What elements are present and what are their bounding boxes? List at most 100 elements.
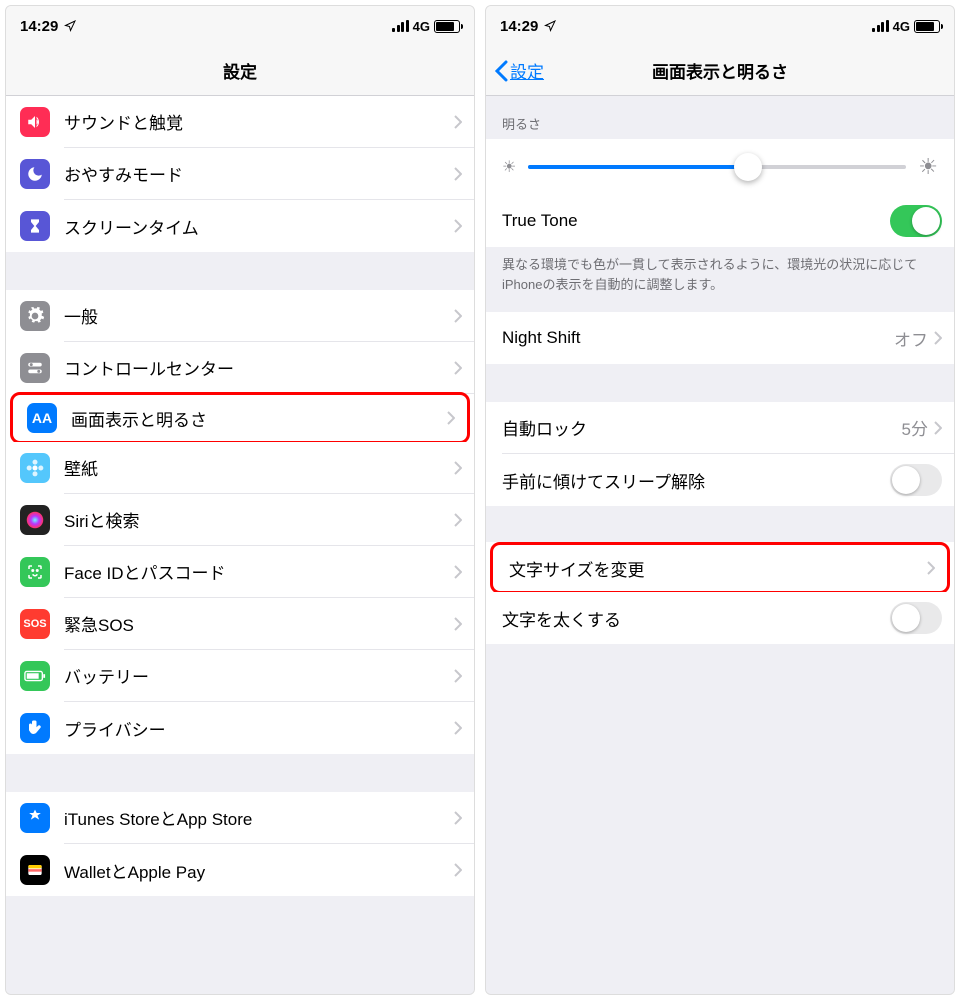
status-time: 14:29	[500, 18, 538, 35]
bold-text-label: 文字を太くする	[502, 606, 890, 631]
settings-row-general[interactable]: 一般	[6, 290, 474, 342]
chevron-right-icon	[454, 309, 462, 323]
chevron-right-icon	[934, 331, 942, 345]
row-label: 一般	[64, 303, 454, 328]
signal-icon	[872, 20, 889, 32]
chevron-right-icon	[454, 361, 462, 375]
settings-row-faceid[interactable]: Face IDとパスコード	[6, 546, 474, 598]
chevron-right-icon	[454, 669, 462, 683]
chevron-right-icon	[454, 115, 462, 129]
auto-lock-label: 自動ロック	[502, 415, 902, 440]
row-label: 壁紙	[64, 455, 454, 480]
dnd-icon	[20, 159, 50, 189]
brightness-slider-row: ☀︎ ☀︎	[486, 139, 954, 195]
chevron-right-icon	[454, 617, 462, 631]
chevron-right-icon	[927, 561, 935, 575]
faceid-icon	[20, 557, 50, 587]
sounds-icon	[20, 107, 50, 137]
brightness-slider[interactable]	[528, 165, 906, 169]
status-bar: 14:29 4G	[6, 6, 474, 46]
chevron-left-icon	[494, 60, 508, 82]
chevron-right-icon	[934, 421, 942, 435]
bold-text-toggle[interactable]	[890, 602, 942, 634]
row-label: 画面表示と明るさ	[71, 406, 447, 431]
settings-row-screentime[interactable]: スクリーンタイム	[6, 200, 474, 252]
true-tone-label: True Tone	[502, 211, 890, 231]
chevron-right-icon	[454, 721, 462, 735]
night-shift-value: オフ	[894, 326, 928, 351]
chevron-right-icon	[454, 811, 462, 825]
row-label: 緊急SOS	[64, 611, 454, 636]
row-label: スクリーンタイム	[64, 214, 454, 239]
brightness-high-icon: ☀︎	[918, 154, 938, 180]
general-icon	[20, 301, 50, 331]
raise-to-wake-row: 手前に傾けてスリープ解除	[486, 454, 954, 506]
privacy-icon	[20, 713, 50, 743]
control-center-icon	[20, 353, 50, 383]
status-time: 14:29	[20, 18, 58, 35]
chevron-right-icon	[454, 565, 462, 579]
true-tone-row: True Tone	[486, 195, 954, 247]
settings-row-siri[interactable]: Siriと検索	[6, 494, 474, 546]
chevron-right-icon	[454, 863, 462, 877]
battery-icon	[434, 20, 460, 33]
battery-icon	[20, 661, 50, 691]
display-settings-list[interactable]: 明るさ ☀︎ ☀︎ True Tone 異なる環境でも色が一貫して表示されるよう…	[486, 96, 954, 994]
location-icon	[64, 20, 76, 32]
chevron-right-icon	[454, 167, 462, 181]
settings-row-wallet[interactable]: WalletとApple Pay	[6, 844, 474, 896]
bold-text-row: 文字を太くする	[486, 592, 954, 644]
row-label: プライバシー	[64, 716, 454, 741]
wallet-icon	[20, 855, 50, 885]
network-label: 4G	[413, 19, 430, 34]
night-shift-label: Night Shift	[502, 328, 894, 348]
settings-screen: 14:29 4G 設定 サウンドと触覚 おやすみモード スクリーンタイム 一般 …	[5, 5, 475, 995]
raise-to-wake-toggle[interactable]	[890, 464, 942, 496]
settings-row-control-center[interactable]: コントロールセンター	[6, 342, 474, 394]
night-shift-row[interactable]: Night Shift オフ	[486, 312, 954, 364]
row-label: コントロールセンター	[64, 355, 454, 380]
auto-lock-row[interactable]: 自動ロック 5分	[486, 402, 954, 454]
battery-icon	[914, 20, 940, 33]
back-label: 設定	[510, 58, 544, 83]
text-size-label: 文字サイズを変更	[509, 556, 927, 581]
display-brightness-screen: 14:29 4G 設定 画面表示と明るさ 明るさ ☀︎ ☀︎	[485, 5, 955, 995]
location-icon	[544, 20, 556, 32]
nav-bar: 設定	[6, 46, 474, 96]
true-tone-toggle[interactable]	[890, 205, 942, 237]
settings-row-sos[interactable]: SOS 緊急SOS	[6, 598, 474, 650]
settings-row-display[interactable]: AA 画面表示と明るさ	[10, 392, 470, 444]
back-button[interactable]: 設定	[486, 58, 544, 83]
row-label: サウンドと触覚	[64, 109, 454, 134]
row-label: iTunes StoreとApp Store	[64, 805, 454, 830]
screentime-icon	[20, 211, 50, 241]
status-bar: 14:29 4G	[486, 6, 954, 46]
settings-row-wallpaper[interactable]: 壁紙	[6, 442, 474, 494]
page-title: 画面表示と明るさ	[486, 58, 954, 83]
row-label: Siriと検索	[64, 507, 454, 532]
signal-icon	[392, 20, 409, 32]
sos-icon: SOS	[20, 609, 50, 639]
appstore-icon	[20, 803, 50, 833]
text-size-row[interactable]: 文字サイズを変更	[490, 542, 950, 594]
settings-row-battery[interactable]: バッテリー	[6, 650, 474, 702]
nav-bar: 設定 画面表示と明るさ	[486, 46, 954, 96]
siri-icon	[20, 505, 50, 535]
chevron-right-icon	[447, 411, 455, 425]
brightness-low-icon: ☀︎	[502, 157, 516, 177]
settings-row-appstore[interactable]: iTunes StoreとApp Store	[6, 792, 474, 844]
display-icon: AA	[27, 403, 57, 433]
auto-lock-value: 5分	[902, 415, 928, 440]
page-title: 設定	[6, 58, 474, 83]
chevron-right-icon	[454, 461, 462, 475]
settings-row-privacy[interactable]: プライバシー	[6, 702, 474, 754]
settings-list[interactable]: サウンドと触覚 おやすみモード スクリーンタイム 一般 コントロールセンター A…	[6, 96, 474, 994]
brightness-header: 明るさ	[486, 96, 954, 139]
settings-row-dnd[interactable]: おやすみモード	[6, 148, 474, 200]
row-label: Face IDとパスコード	[64, 559, 454, 584]
true-tone-footer: 異なる環境でも色が一貫して表示されるように、環境光の状況に応じてiPhoneの表…	[486, 247, 954, 298]
chevron-right-icon	[454, 219, 462, 233]
network-label: 4G	[893, 19, 910, 34]
settings-row-sounds[interactable]: サウンドと触覚	[6, 96, 474, 148]
wallpaper-icon	[20, 453, 50, 483]
